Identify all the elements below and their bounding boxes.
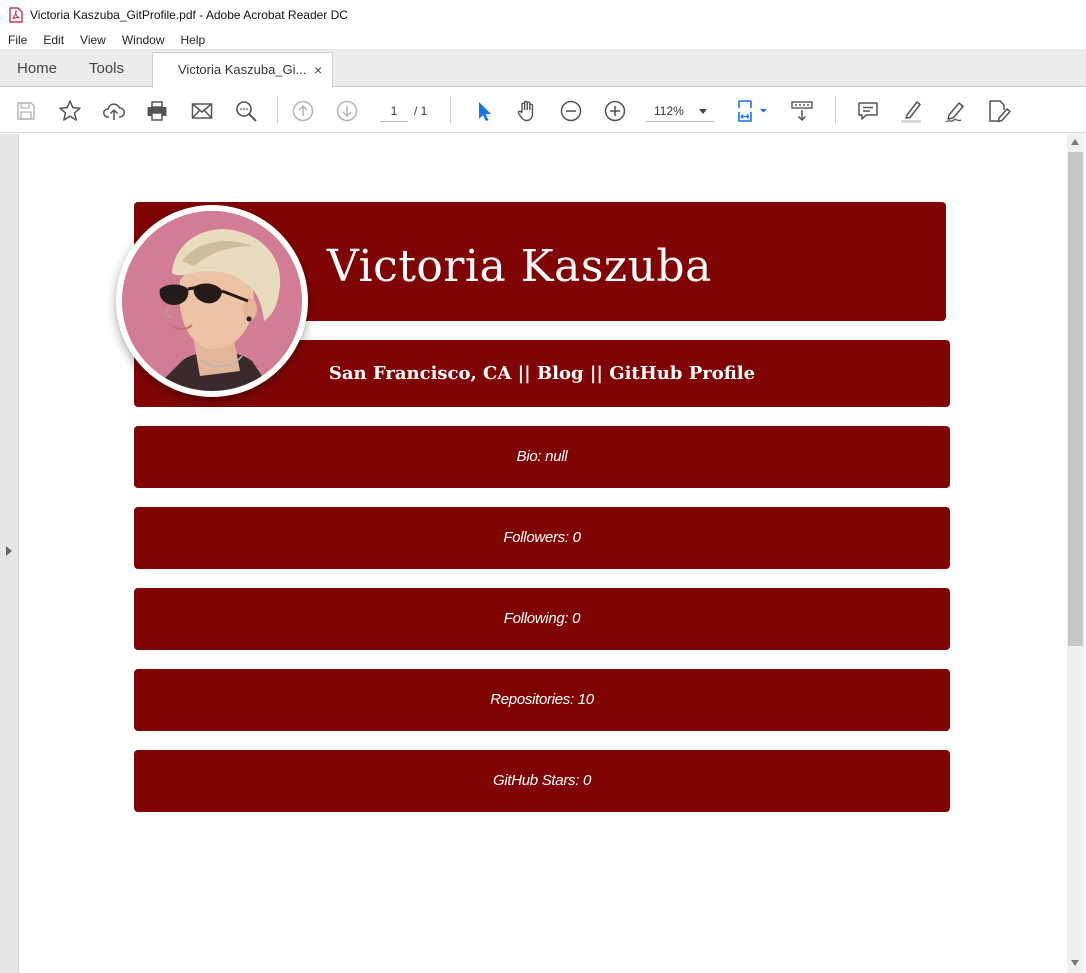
previous-page-icon[interactable]	[290, 98, 316, 124]
expand-panel-icon[interactable]	[6, 546, 12, 556]
profile-name: Victoria Kaszuba	[327, 241, 712, 292]
chevron-down-icon	[699, 109, 707, 114]
tab-document[interactable]: Victoria Kaszuba_Gi... ×	[152, 52, 333, 88]
find-icon[interactable]	[233, 98, 259, 124]
close-tab-icon[interactable]: ×	[314, 53, 322, 87]
toolbar-divider	[450, 96, 451, 124]
page-total: / 1	[414, 104, 428, 118]
stars-panel: GitHub Stars: 0	[134, 750, 950, 812]
menu-view[interactable]: View	[72, 33, 114, 47]
comment-icon[interactable]	[855, 98, 881, 124]
avatar-photo	[122, 211, 302, 391]
left-panel-rail[interactable]	[0, 134, 19, 973]
scroll-down-icon[interactable]	[1071, 960, 1079, 966]
sign-icon[interactable]	[942, 98, 968, 124]
bio-panel: Bio: null	[134, 426, 950, 488]
zoom-level-value: 112%	[654, 104, 684, 118]
toolbar: 1 / 1 112%	[0, 88, 1086, 133]
print-icon[interactable]	[144, 98, 170, 124]
menu-bar: File Edit View Window Help	[0, 30, 1086, 50]
vertical-scrollbar[interactable]	[1067, 134, 1084, 973]
upload-cloud-icon[interactable]	[101, 98, 127, 124]
tab-document-label: Victoria Kaszuba_Gi...	[178, 62, 307, 77]
tab-home[interactable]: Home	[17, 50, 57, 87]
pdf-page: Victoria Kaszuba San Francisco, CA || Bl…	[20, 134, 1067, 973]
save-icon[interactable]	[13, 98, 39, 124]
repositories-panel: Repositories: 10	[134, 669, 950, 731]
toolbar-divider	[835, 96, 836, 124]
avatar	[116, 205, 308, 397]
zoom-level-dropdown[interactable]: 112%	[646, 100, 714, 122]
document-viewer[interactable]: Victoria Kaszuba San Francisco, CA || Bl…	[0, 134, 1086, 973]
toolbar-divider	[277, 96, 278, 124]
page-fit-icon[interactable]	[736, 98, 772, 124]
next-page-icon[interactable]	[334, 98, 360, 124]
zoom-in-icon[interactable]	[602, 98, 628, 124]
scrollbar-thumb[interactable]	[1068, 152, 1083, 646]
hand-tool-icon[interactable]	[514, 98, 540, 124]
page-number-input[interactable]: 1	[380, 100, 408, 122]
followers-panel: Followers: 0	[134, 507, 950, 569]
window-title: Victoria Kaszuba_GitProfile.pdf - Adobe …	[30, 8, 348, 22]
menu-edit[interactable]: Edit	[35, 33, 72, 47]
title-bar: Victoria Kaszuba_GitProfile.pdf - Adobe …	[0, 0, 1086, 30]
following-panel: Following: 0	[134, 588, 950, 650]
scroll-up-icon[interactable]	[1071, 139, 1079, 145]
menu-help[interactable]: Help	[173, 33, 214, 47]
bookmark-star-icon[interactable]	[57, 98, 83, 124]
menu-window[interactable]: Window	[114, 33, 173, 47]
zoom-out-icon[interactable]	[558, 98, 584, 124]
email-icon[interactable]	[189, 98, 215, 124]
highlight-icon[interactable]	[898, 98, 924, 124]
acrobat-pdf-icon	[9, 7, 23, 23]
tab-tools[interactable]: Tools	[89, 50, 124, 87]
scroll-mode-icon[interactable]	[789, 98, 815, 124]
menu-file[interactable]: File	[0, 33, 35, 47]
select-arrow-icon[interactable]	[470, 98, 496, 124]
fill-sign-icon[interactable]	[986, 98, 1012, 124]
tab-bar: Home Tools Victoria Kaszuba_Gi... ×	[0, 50, 1086, 88]
